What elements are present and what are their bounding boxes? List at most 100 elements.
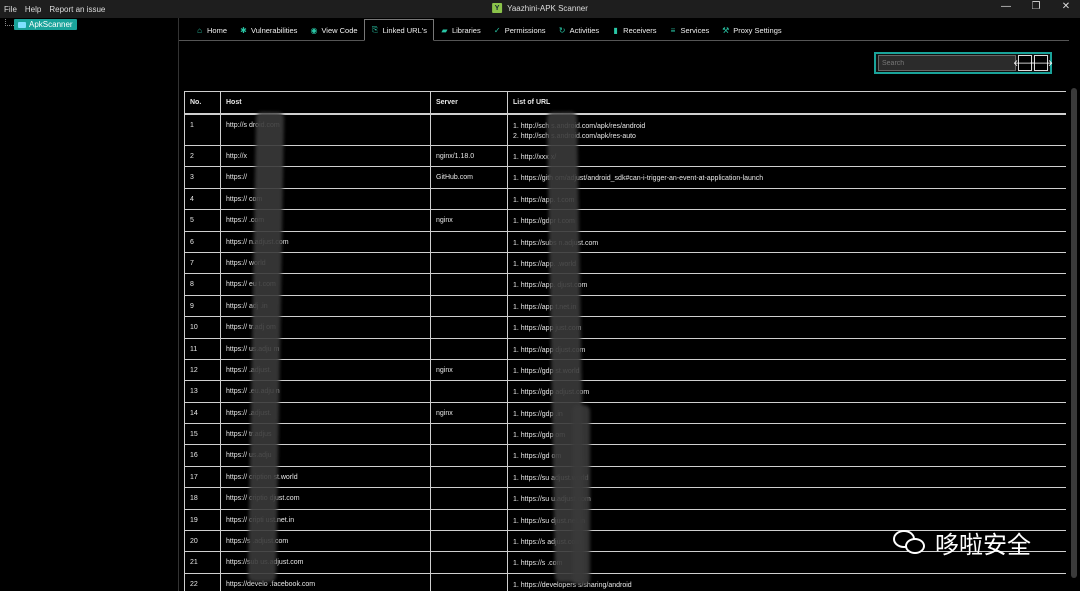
tab-proxy-settings[interactable]: ⚒ Proxy Settings [715, 20, 787, 40]
table-row[interactable]: 14 https:// .adjust. nginx 1. https://gdp .… [184, 401, 1066, 425]
tree-node-label[interactable]: ApkScanner [14, 19, 77, 30]
restore-icon[interactable]: ❐ [1028, 1, 1044, 12]
tab-services[interactable]: ≡ Services [663, 20, 716, 40]
url-item[interactable]: 1. http://xxx x/ [513, 153, 1061, 163]
wrench-icon: ⚒ [722, 25, 730, 35]
tab-libraries[interactable]: ▰ Libraries [434, 20, 487, 40]
tab-view-code[interactable]: ◉ View Code [303, 20, 363, 40]
chat-bubble-icon [893, 528, 927, 558]
url-item[interactable]: 1. https://su u.adjust.com [513, 495, 1061, 505]
menu-report-issue[interactable]: Report an issue [49, 5, 105, 14]
vertical-scrollbar[interactable] [1069, 18, 1080, 591]
table-row[interactable]: 9 https:// adj .in 1. https://app t.net.in [184, 294, 1066, 318]
url-item[interactable]: 1. https://gdp .in [513, 410, 1061, 420]
cell-server [430, 465, 508, 489]
url-item[interactable]: 1. https://app djust.com [513, 346, 1061, 356]
cell-server: GitHub.com [430, 166, 508, 189]
url-item[interactable]: 1. https://subs n.adjust.com [513, 239, 1061, 249]
url-item[interactable]: 1. https://gdpr t.com [513, 217, 1061, 227]
column-header-host[interactable]: Host [220, 91, 431, 115]
url-item[interactable]: 1. https://gith om/adjust/android_sdk#ca… [513, 174, 1061, 184]
menu-help[interactable]: Help [25, 5, 41, 14]
list-icon: ≡ [670, 25, 676, 35]
table-row[interactable]: 1 http://s droid.com 1. http://sch s.andro… [184, 113, 1066, 146]
table-row[interactable]: 3 https://GitHub.com 1. https://gith om/ad… [184, 166, 1066, 189]
watermark: 哆啦安全 [893, 525, 1031, 560]
cell-server: nginx/1.18.0 [430, 144, 508, 168]
menu-bar: File Help Report an issue [0, 5, 105, 14]
url-item[interactable]: 1. https://app. .world [513, 260, 1061, 270]
check-icon: ✓ [493, 25, 501, 35]
menu-file[interactable]: File [4, 5, 17, 14]
url-item[interactable]: 1. https://s .com [513, 559, 1061, 569]
cell-url-list: 1. https://app. djust.com [507, 273, 1066, 296]
cell-server [430, 273, 508, 296]
table-row[interactable]: 11https:// us.adju m1. https://app djust… [184, 337, 1066, 360]
table-row[interactable]: 5 https:// .com nginx 1. https://gdpr t.com [184, 209, 1066, 232]
column-header-no[interactable]: No. [184, 91, 221, 115]
table-row[interactable]: 7 https:// world 1. https://app. .world [184, 251, 1066, 275]
table-row[interactable]: 17https:// cription st.world1. https://s… [184, 465, 1066, 489]
cell-url-list: 1. https://app. .world [507, 251, 1066, 275]
table-row[interactable]: 6https:// n.adjust.com 1. https://subs n.… [184, 230, 1066, 253]
url-item[interactable]: 1. http://sch s.android.com/apk/res/andr… [513, 122, 1061, 132]
search-input[interactable] [878, 55, 1016, 71]
cell-no: 16 [184, 444, 221, 467]
arrow-right-icon[interactable]: 🡒 [1029, 55, 1053, 71]
table-row[interactable]: 18https:// criptio djust.com1. https://s… [184, 487, 1066, 510]
url-item[interactable]: 1. https://gdp om [513, 431, 1061, 441]
tab-label: Receivers [623, 25, 657, 35]
url-item[interactable]: 1. https://su adjust.world [513, 474, 1061, 484]
minimize-icon[interactable]: — [998, 1, 1014, 12]
cell-server [430, 572, 508, 591]
tree-node-root[interactable]: ApkScanner [5, 19, 77, 30]
table-row[interactable]: 12 https:// .adjust. nginx 1. https://gdp s… [184, 358, 1066, 382]
url-item[interactable]: 1. https://app just.com [513, 324, 1061, 334]
table-row[interactable]: 8https:// eu t.com1. https://app. djust.… [184, 273, 1066, 296]
eye-icon: ◉ [310, 25, 318, 35]
cell-no: 6 [184, 230, 221, 253]
table-row[interactable]: 4 https:// com 1. https://app. t.com [184, 187, 1066, 211]
url-item[interactable]: 1. https://app. djust.com [513, 281, 1061, 291]
cell-no: 11 [184, 337, 221, 360]
table-row[interactable]: 16 https:// us.adju 1. https://gd om [184, 444, 1066, 467]
folder-icon: ▰ [441, 25, 448, 35]
tab-label: Libraries [451, 25, 481, 35]
cell-server [430, 551, 508, 574]
cell-server [430, 113, 508, 146]
cell-url-list: 1. https://app t.net.in [507, 294, 1066, 318]
table-row[interactable]: 22 https://develo .facebook.com 1. https:/… [184, 572, 1066, 591]
table-row[interactable]: 10 https:// tr.adj om 1. https://app just.… [184, 316, 1066, 339]
cell-url-list: 1. https://gith om/adjust/android_sdk#ca… [507, 166, 1066, 189]
url-item[interactable]: 1. https://app t.net.in [513, 303, 1061, 313]
cell-server [430, 230, 508, 253]
tab-vulnerabilities[interactable]: ✱ Vulnerabilities [233, 20, 303, 40]
tab-label: Linked URL's [382, 25, 427, 35]
url-item[interactable]: 1. https://app. t.com [513, 196, 1061, 206]
window-controls: — ❐ ✕ [998, 1, 1074, 12]
close-icon[interactable]: ✕ [1058, 1, 1074, 12]
url-item[interactable]: 1. https://gdp st.world [513, 367, 1061, 377]
table-row[interactable]: 15 https:// tr.adjus 1. https://gdp om [184, 423, 1066, 446]
url-item[interactable]: 1. https://developers s/sharing/android [513, 581, 1061, 591]
tab-permissions[interactable]: ✓ Permissions [487, 20, 552, 40]
column-header-url-list[interactable]: List of URL [507, 91, 1066, 115]
column-header-server[interactable]: Server [430, 91, 508, 115]
table-row[interactable]: 13https:// .eu.adju n1. https://gdp adju… [184, 380, 1066, 403]
watermark-text: 哆啦安全 [935, 531, 1031, 559]
url-item[interactable]: 2. http://sch s.android.com/apk/res-auto [513, 132, 1061, 142]
url-item[interactable]: 1. https://gd om [513, 452, 1061, 462]
project-tree: ApkScanner [0, 18, 178, 591]
scrollbar-thumb[interactable] [1071, 88, 1077, 578]
tab-receivers[interactable]: ▮ Receivers [605, 20, 662, 40]
cell-server [430, 380, 508, 403]
tab-linked-url-s[interactable]: ⎘ Linked URL's [363, 19, 434, 41]
table-row[interactable]: 2 http://x nginx/1.18.0 1. http://xxx x/ [184, 144, 1066, 168]
cell-url-list: 1. https://su u.adjust.com [507, 487, 1066, 510]
tab-activities[interactable]: ↻ Activities [552, 20, 606, 40]
url-item[interactable]: 1. https://gdp adjust.com [513, 388, 1061, 398]
app-icon: Y [492, 3, 503, 13]
cell-url-list: 1. https://app djust.com [507, 337, 1066, 360]
tab-home[interactable]: ⌂ Home [189, 20, 233, 40]
cell-no: 3 [184, 166, 221, 189]
